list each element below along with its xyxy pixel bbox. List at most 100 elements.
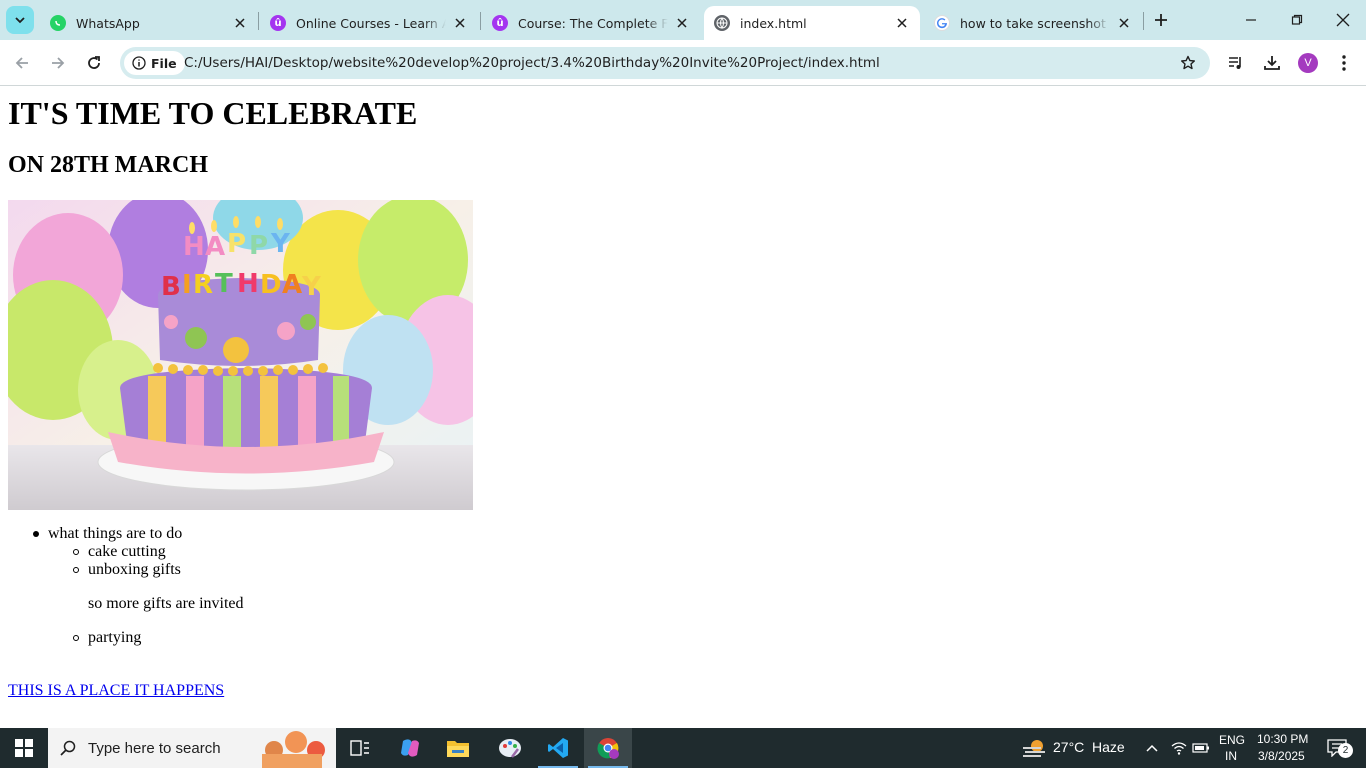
close-icon[interactable] xyxy=(894,15,910,31)
sublist-item: partying xyxy=(73,629,142,647)
clock-time[interactable]: 10:30 PM xyxy=(1257,732,1308,746)
svg-text:H: H xyxy=(183,232,205,262)
reload-button[interactable] xyxy=(80,49,108,77)
tab-online-courses[interactable]: û Online Courses - Learn Anything xyxy=(260,6,478,40)
svg-text:D: D xyxy=(260,270,282,300)
arrow-left-icon xyxy=(15,57,28,69)
svg-text:P: P xyxy=(227,229,246,259)
show-hidden-icons-button[interactable] xyxy=(1140,728,1164,768)
search-placeholder: Type here to search xyxy=(88,739,221,757)
taskbar-search[interactable]: Type here to search xyxy=(48,728,336,768)
svg-text:I: I xyxy=(182,270,192,300)
chevron-down-icon xyxy=(15,17,25,24)
address-bar[interactable]: File C:/Users/HAI/Desktop/website%20deve… xyxy=(120,47,1210,79)
close-icon[interactable] xyxy=(674,15,690,31)
sublist-item: cake cutting xyxy=(73,543,166,561)
new-tab-button[interactable] xyxy=(1150,9,1172,31)
star-icon xyxy=(1181,55,1195,70)
sublist-item-text: partying xyxy=(88,629,142,646)
sublist-note: so more gifts are invited xyxy=(88,595,244,612)
restore-icon xyxy=(1291,14,1303,25)
taskbar-copilot[interactable] xyxy=(386,728,434,768)
url-text[interactable]: C:/Users/HAI/Desktop/website%20develop%2… xyxy=(184,55,880,71)
svg-text:B: B xyxy=(161,272,181,302)
task-view-button[interactable] xyxy=(336,728,384,768)
close-icon[interactable] xyxy=(232,15,248,31)
birthday-cake-image: H A P P Y B I R T H D A Y xyxy=(8,200,473,510)
plus-icon xyxy=(1155,14,1167,26)
bullet xyxy=(73,567,79,573)
battery-button[interactable] xyxy=(1190,728,1212,768)
chevron-up-icon xyxy=(1146,744,1158,752)
globe-icon xyxy=(714,15,730,31)
playlist-icon xyxy=(1229,57,1241,69)
svg-text:Y: Y xyxy=(270,229,291,259)
minimize-button[interactable] xyxy=(1228,0,1274,40)
weather-widget-icon-button[interactable] xyxy=(1018,728,1050,768)
arrow-right-icon xyxy=(52,57,65,69)
browser-toolbar: File C:/Users/HAI/Desktop/website%20deve… xyxy=(0,40,1366,86)
copilot-icon xyxy=(401,739,419,757)
tab-search-button[interactable] xyxy=(6,6,34,34)
close-icon[interactable] xyxy=(1116,15,1132,31)
language-line2[interactable]: IN xyxy=(1225,749,1237,763)
network-button[interactable] xyxy=(1168,728,1190,768)
sublist-item-text: cake cutting xyxy=(88,543,166,560)
reload-icon xyxy=(88,56,100,69)
taskbar-vscode[interactable] xyxy=(534,728,582,768)
language-line1[interactable]: ENG xyxy=(1219,733,1245,747)
close-window-button[interactable] xyxy=(1320,0,1366,40)
site-chip-label: File xyxy=(151,55,177,71)
whatsapp-icon xyxy=(50,15,66,31)
close-icon xyxy=(1336,13,1350,27)
media-controls-button[interactable] xyxy=(1224,51,1248,75)
svg-text:Y: Y xyxy=(301,272,322,302)
close-icon[interactable] xyxy=(452,15,468,31)
google-icon xyxy=(934,15,950,31)
page-content: IT'S TIME TO CELEBRATE ON 28TH MARCH H A… xyxy=(0,87,1366,728)
udemy-icon: û xyxy=(270,15,286,31)
weather-condition[interactable]: Haze xyxy=(1092,739,1125,755)
windows-logo-icon xyxy=(15,739,33,757)
chrome-menu-button[interactable] xyxy=(1332,51,1356,75)
weather-temp[interactable]: 27°C xyxy=(1053,739,1084,755)
svg-text:A: A xyxy=(282,270,302,300)
taskbar-chrome[interactable] xyxy=(584,728,632,768)
task-view-icon xyxy=(350,740,369,756)
tab-title: index.html xyxy=(740,15,807,31)
info-icon xyxy=(132,56,146,70)
bookmark-star-button[interactable] xyxy=(1178,53,1198,73)
profile-avatar[interactable]: V xyxy=(1298,53,1318,73)
restore-button[interactable] xyxy=(1274,0,1320,40)
notification-count-badge: 2 xyxy=(1338,743,1353,758)
windows-taskbar: Type here to search 27°C Haze ENG IN 10: xyxy=(0,728,1366,768)
tab-course[interactable]: û Course: The Complete Full-Stack xyxy=(482,6,700,40)
bullet xyxy=(33,531,39,537)
clock-date[interactable]: 3/8/2025 xyxy=(1258,749,1305,763)
place-link[interactable]: THIS IS A PLACE IT HAPPENS xyxy=(8,682,224,700)
svg-text:R: R xyxy=(193,270,213,300)
back-button[interactable] xyxy=(8,49,36,77)
taskbar-file-explorer[interactable] xyxy=(434,728,482,768)
forward-button[interactable] xyxy=(44,49,72,77)
tab-whatsapp[interactable]: WhatsApp xyxy=(40,6,258,40)
page-heading: IT'S TIME TO CELEBRATE xyxy=(8,95,418,131)
taskbar-paint[interactable] xyxy=(486,728,534,768)
bullet xyxy=(73,635,79,641)
page-subheading: ON 28TH MARCH xyxy=(8,152,208,178)
paint-icon xyxy=(499,739,521,758)
search-icon xyxy=(48,740,88,756)
notification-center-button[interactable]: 2 xyxy=(1316,728,1358,768)
tab-google-search[interactable]: how to take screenshot in laptop xyxy=(924,6,1142,40)
tab-separator xyxy=(258,12,259,30)
search-highlight-illustration-icon xyxy=(262,731,325,768)
folder-icon xyxy=(447,741,469,757)
battery-icon xyxy=(1192,743,1209,753)
downloads-button[interactable] xyxy=(1260,51,1284,75)
tab-index-html[interactable]: index.html xyxy=(704,6,920,40)
start-button[interactable] xyxy=(0,728,48,768)
site-info-chip[interactable]: File xyxy=(124,51,185,75)
vscode-icon xyxy=(548,738,568,758)
svg-text:H: H xyxy=(237,269,259,299)
download-icon xyxy=(1264,56,1280,70)
